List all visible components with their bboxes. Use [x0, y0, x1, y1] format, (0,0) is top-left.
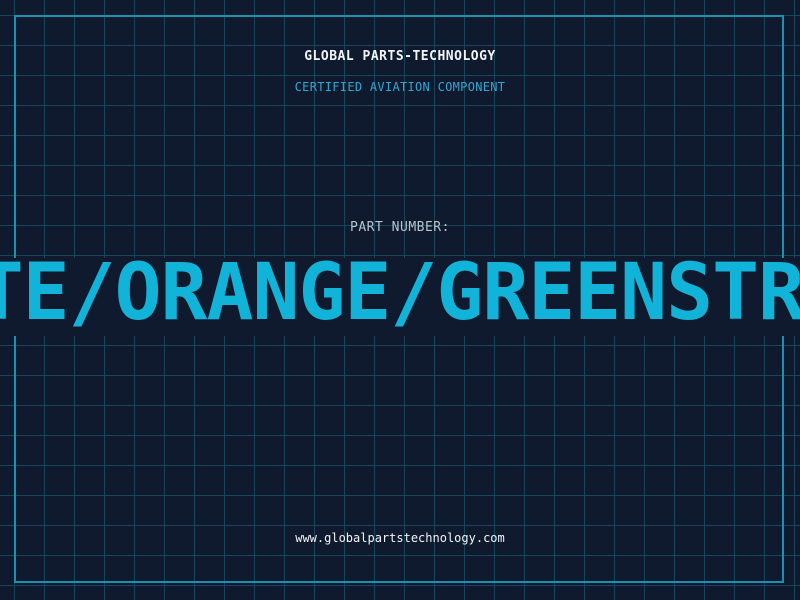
part-number-label: PART NUMBER:: [350, 220, 450, 235]
part-number-value: TE/ORANGE/GREENSTR: [0, 258, 800, 336]
certificate-page: GLOBAL PARTS-TECHNOLOGY CERTIFIED AVIATI…: [0, 0, 800, 600]
company-name: GLOBAL PARTS-TECHNOLOGY: [304, 49, 496, 64]
website-url: www.globalpartstechnology.com: [295, 531, 505, 545]
certification-subtitle: CERTIFIED AVIATION COMPONENT: [294, 80, 506, 94]
part-number-band: TE/ORANGE/GREENSTR: [0, 258, 800, 336]
